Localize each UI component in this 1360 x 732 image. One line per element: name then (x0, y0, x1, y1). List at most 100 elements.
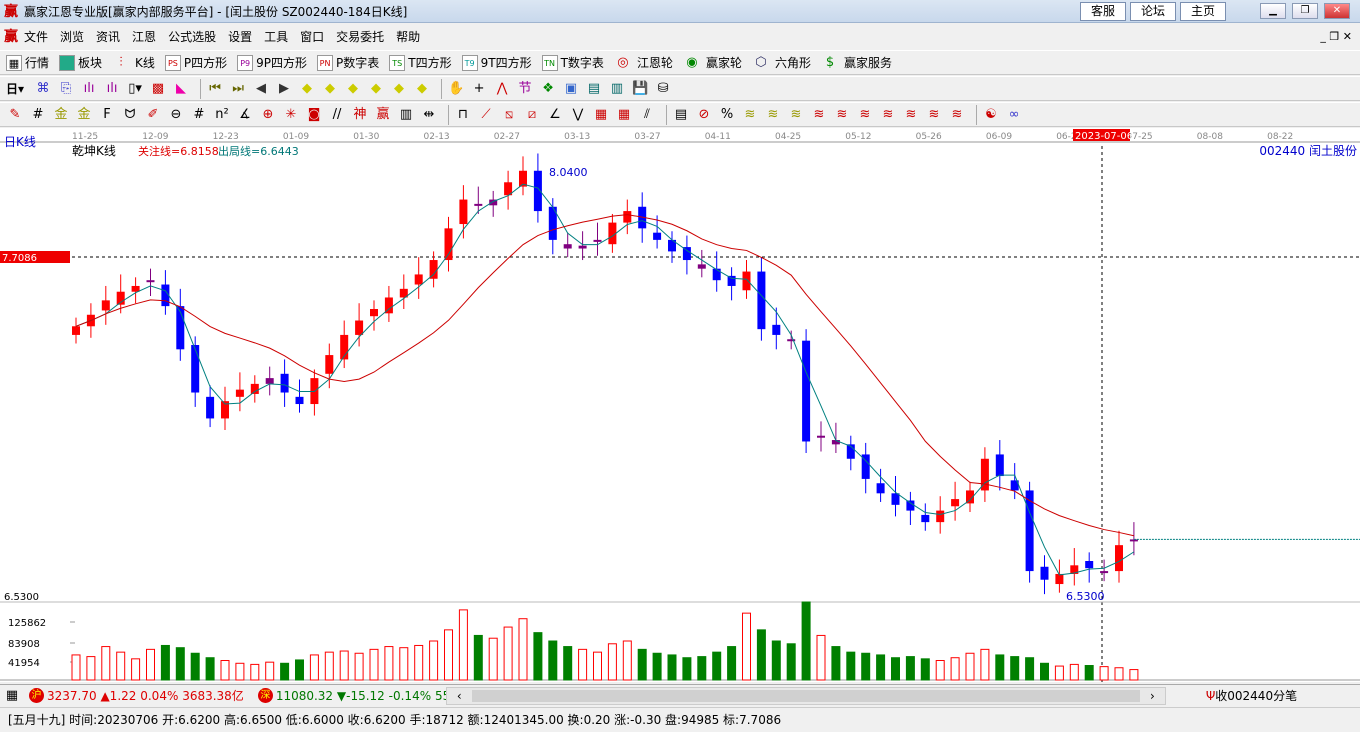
winner-service-button[interactable]: $ 赢家服务 (821, 54, 892, 72)
ma3-icon[interactable]: ılı (80, 80, 98, 98)
menu-info[interactable]: 资讯 (96, 28, 120, 45)
tool-i-icon[interactable]: ≋ (925, 106, 943, 124)
horizontal-scrollbar[interactable]: ‹ › (445, 686, 1166, 705)
f-icon[interactable]: F (98, 106, 116, 124)
chart-canvas[interactable]: 11-25 12-09 12-23 01-09 01-30 02-13 02-27 03-13… (0, 128, 1360, 682)
table-grid-icon[interactable]: ▤ (672, 106, 690, 124)
hexagon-button[interactable]: ⬡ 六角形 (752, 54, 811, 72)
tool-e-icon[interactable]: ≋ (833, 106, 851, 124)
cancel-icon[interactable]: ⊘ (695, 106, 713, 124)
ma9-icon[interactable]: ılı (103, 80, 121, 98)
note-icon[interactable]: ⎘ (57, 80, 75, 98)
percent-icon[interactable]: % (718, 106, 736, 124)
left-arrow-icon[interactable]: ◆ (298, 80, 316, 98)
fan-icon[interactable]: ◣ (172, 80, 190, 98)
scroll-left-icon[interactable]: ‹ (457, 689, 462, 703)
cross-grid2-icon[interactable]: ▦ (615, 106, 633, 124)
tool-h-icon[interactable]: ≋ (902, 106, 920, 124)
expand-icon[interactable]: ◆ (344, 80, 362, 98)
hand-icon[interactable]: ✋ (447, 80, 465, 98)
node-icon[interactable]: 节 (516, 80, 534, 98)
zoom-in-icon[interactable]: ◆ (390, 80, 408, 98)
star-icon[interactable]: ✳ (282, 106, 300, 124)
minimize-button[interactable]: ▁ (1260, 3, 1286, 19)
hash-icon[interactable]: # (29, 106, 47, 124)
fan-lines-icon[interactable]: ⟋ (477, 106, 495, 124)
quotes-button[interactable]: ▦ 行情 (6, 54, 49, 71)
menu-formula[interactable]: 公式选股 (168, 28, 216, 45)
line-icon[interactable]: ⋀ (493, 80, 511, 98)
spiral-icon[interactable]: ⊕ (259, 106, 277, 124)
scroll-right-icon[interactable]: › (1150, 689, 1155, 703)
zoom-out-icon[interactable]: ◆ (413, 80, 431, 98)
scroll-thumb[interactable] (471, 689, 1140, 702)
kline-chart[interactable]: 11-25 12-09 12-23 01-09 01-30 02-13 02-27 03-13… (0, 128, 1360, 682)
mdi-controls[interactable]: _ ❐ ✕ (1320, 30, 1352, 43)
notes-icon[interactable]: ▥ (608, 80, 626, 98)
candle-style-icon[interactable]: ▯▾ (126, 80, 144, 98)
p-number-table-button[interactable]: PN P数字表 (317, 54, 379, 71)
menu-settings[interactable]: 设置 (228, 28, 252, 45)
t-square-button[interactable]: TS T四方形 (389, 54, 452, 71)
forum-link[interactable]: 论坛 (1130, 2, 1176, 21)
grid-icon[interactable]: ▩ (149, 80, 167, 98)
range-icon[interactable]: ⇹ (420, 106, 438, 124)
ruler-icon[interactable]: ✐ (144, 106, 162, 124)
menu-trade[interactable]: 交易委托 (336, 28, 384, 45)
first-icon[interactable]: ⏮ (206, 80, 224, 98)
close-button[interactable]: ✕ (1324, 3, 1350, 19)
gold-2-icon[interactable]: 金 (75, 106, 93, 124)
cross-grid-icon[interactable]: ▦ (592, 106, 610, 124)
menu-tools[interactable]: 工具 (264, 28, 288, 45)
gold-1-icon[interactable]: 金 (52, 106, 70, 124)
ying-icon[interactable]: 赢 (374, 106, 392, 124)
gann-wheel-button[interactable]: ◎ 江恩轮 (614, 54, 673, 72)
9p-square-button[interactable]: P9 9P四方形 (237, 54, 307, 71)
menu-browse[interactable]: 浏览 (60, 28, 84, 45)
angle2-icon[interactable]: ∠ (546, 106, 564, 124)
prev-icon[interactable]: ◀ (252, 80, 270, 98)
chart-type-icon[interactable]: ⌘ (34, 80, 52, 98)
menu-file[interactable]: 文件 (24, 28, 48, 45)
tool-g-icon[interactable]: ≋ (879, 106, 897, 124)
next-icon[interactable]: ▶ (275, 80, 293, 98)
shen-icon[interactable]: 神 (351, 106, 369, 124)
square-icon[interactable]: ◙ (305, 106, 323, 124)
pen-icon[interactable]: ✎ (6, 106, 24, 124)
n2-icon[interactable]: n² (213, 106, 231, 124)
tool-d-icon[interactable]: ≋ (810, 106, 828, 124)
network-icon[interactable]: ⛁ (654, 80, 672, 98)
right-arrow-icon[interactable]: ◆ (321, 80, 339, 98)
menu-gann[interactable]: 江恩 (132, 28, 156, 45)
zigzag-icon[interactable]: ⋁ (569, 106, 587, 124)
p-square-button[interactable]: PS P四方形 (164, 54, 227, 71)
grid2-icon[interactable]: # (190, 106, 208, 124)
sector-button[interactable]: 板块 (59, 54, 102, 71)
service-link[interactable]: 客服 (1080, 2, 1126, 21)
t-number-table-button[interactable]: TN T数字表 (541, 54, 604, 71)
home-link[interactable]: 主页 (1180, 2, 1226, 21)
menu-window[interactable]: 窗口 (300, 28, 324, 45)
wave-icon[interactable]: ᗢ (121, 106, 139, 124)
save-icon[interactable]: 💾 (631, 80, 649, 98)
9t-square-button[interactable]: T9 9T四方形 (461, 54, 532, 71)
gann-box-icon[interactable]: ⧄ (523, 106, 541, 124)
crosshair-icon[interactable]: + (470, 80, 488, 98)
kline-button[interactable]: ⫶ K线 (112, 54, 155, 72)
slashes-icon[interactable]: ⫽ (638, 106, 656, 124)
table-icon[interactable]: ▦ (3, 687, 21, 705)
bars-icon[interactable]: ▥ (397, 106, 415, 124)
pattern-icon[interactable]: ❖ (539, 80, 557, 98)
shrink-icon[interactable]: ◆ (367, 80, 385, 98)
collect-ticks-button[interactable]: 收002440分笔 (1215, 687, 1297, 704)
infinity-icon[interactable]: ∞ (1005, 106, 1023, 124)
winner-wheel-button[interactable]: ◉ 赢家轮 (683, 54, 742, 72)
menu-help[interactable]: 帮助 (396, 28, 420, 45)
square-grid-icon[interactable]: ⧅ (500, 106, 518, 124)
tool-f-icon[interactable]: ≋ (856, 106, 874, 124)
box-icon[interactable]: ⊓ (454, 106, 472, 124)
yin-yang-icon[interactable]: ☯ (982, 106, 1000, 124)
tool-c-icon[interactable]: ≋ (787, 106, 805, 124)
tool-a-icon[interactable]: ≋ (741, 106, 759, 124)
calendar-icon[interactable]: ▣ (562, 80, 580, 98)
